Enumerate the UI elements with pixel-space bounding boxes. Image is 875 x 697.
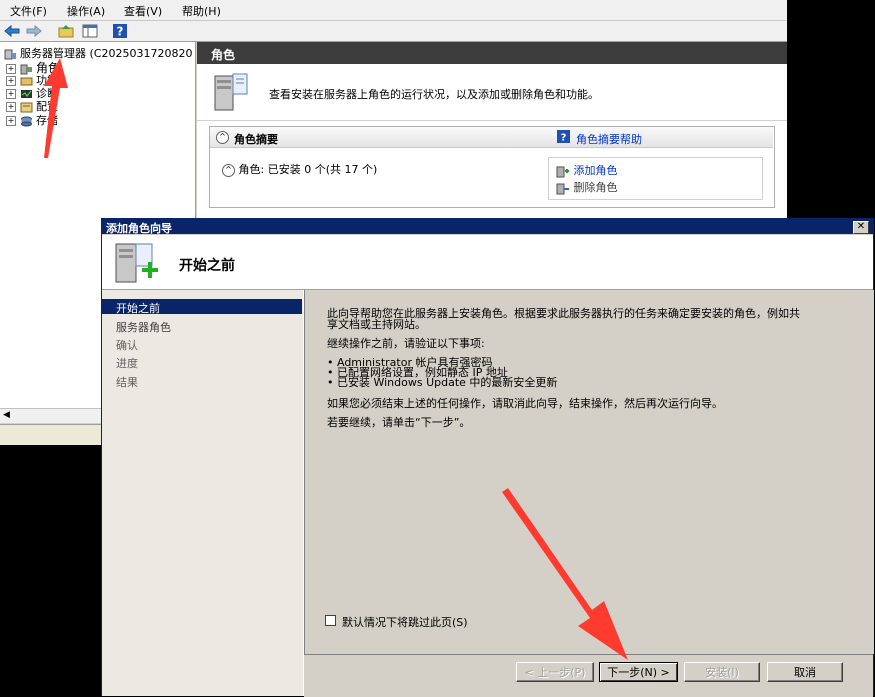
arrow-to-roles: [44, 58, 68, 158]
arrow-to-next-button: [502, 488, 628, 660]
annotation-arrows: [44, 58, 628, 660]
